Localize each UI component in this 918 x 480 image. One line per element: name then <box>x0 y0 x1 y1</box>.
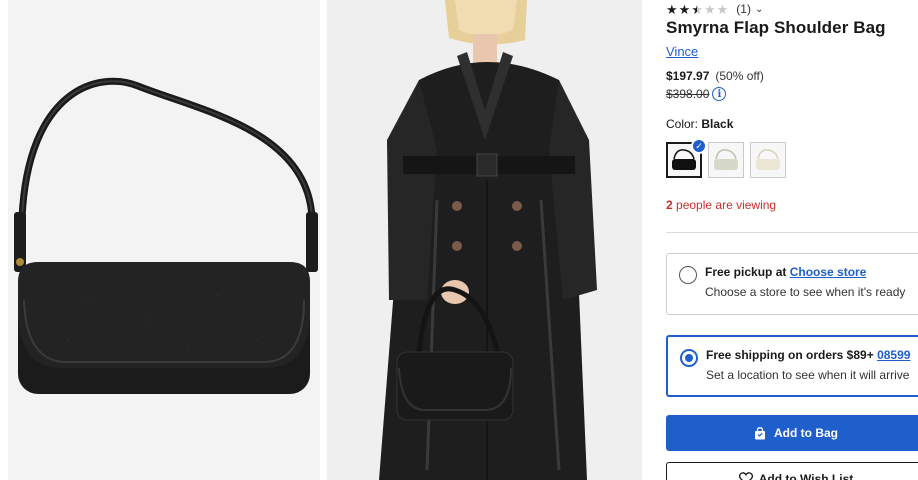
swatch-black[interactable]: ✓ <box>666 138 707 178</box>
star-icon: ★ <box>678 1 691 17</box>
heart-icon <box>738 472 753 480</box>
pickup-radio[interactable] <box>679 266 697 284</box>
sale-price: $197.97 <box>666 69 710 83</box>
add-to-bag-button[interactable]: Add to Bag <box>666 415 918 451</box>
swatch-sage[interactable] <box>708 142 744 178</box>
pickup-subtext: Choose a store to see when it's ready <box>705 285 906 299</box>
pickup-option[interactable]: Free pickup at Choose store Choose a sto… <box>666 253 918 315</box>
viewer-number: 2 <box>666 198 673 212</box>
selected-color: Black <box>701 117 734 131</box>
swatch-cream[interactable] <box>750 142 786 178</box>
product-title: Smyrna Flap Shoulder Bag <box>666 18 886 37</box>
shipping-title: Free shipping on orders $89+ 08599 <box>706 348 910 362</box>
add-to-wishlist-label: Add to Wish List <box>758 472 854 480</box>
swatch-sage-bag-image <box>714 149 738 170</box>
shipping-option[interactable]: Free shipping on orders $89+ 08599 Set a… <box>666 335 918 397</box>
choose-store-link[interactable]: Choose store <box>790 265 867 279</box>
pickup-title: Free pickup at Choose store <box>705 265 866 279</box>
star-rating: ★ ★ ★ ★ ★ <box>666 3 728 16</box>
brand-link[interactable]: Vince <box>666 44 698 59</box>
rating-row[interactable]: ★ ★ ★ ★ ★ (1) ⌄ <box>666 2 763 16</box>
viewing-text: people are viewing <box>676 198 777 212</box>
check-icon: ✓ <box>691 138 707 154</box>
chevron-down-icon[interactable]: ⌄ <box>755 4 763 15</box>
shipping-radio[interactable] <box>680 349 698 367</box>
star-half-icon: ★ <box>691 1 703 17</box>
color-label: Color: <box>666 117 699 131</box>
discount-label: (50% off) <box>715 69 764 83</box>
info-icon[interactable]: i <box>712 87 727 101</box>
product-image-model[interactable] <box>327 0 642 480</box>
star-icon: ★ <box>716 1 729 17</box>
color-selector-label: Color: Black <box>666 117 733 131</box>
review-count[interactable]: (1) <box>736 2 751 16</box>
pickup-label: Free pickup at <box>705 265 787 279</box>
original-price-row: $398.00 i <box>666 87 727 101</box>
star-icon: ★ <box>666 1 678 17</box>
divider <box>666 232 918 233</box>
color-swatches: ✓ <box>666 138 786 178</box>
add-to-bag-label: Add to Bag <box>774 426 838 440</box>
swatch-cream-bag-image <box>756 149 780 170</box>
product-info-panel: ★ ★ ★ ★ ★ (1) ⌄ Smyrna Flap Shoulder Bag… <box>666 0 918 480</box>
shopping-bag-icon <box>755 426 765 439</box>
price-row: $197.97 (50% off) <box>666 69 764 83</box>
add-to-wishlist-button[interactable]: Add to Wish List <box>666 462 918 480</box>
star-icon: ★ <box>703 1 716 17</box>
shipping-label: Free shipping on orders $89+ <box>706 348 874 362</box>
viewing-count: 2 people are viewing <box>666 198 776 212</box>
shipping-subtext: Set a location to see when it will arriv… <box>706 368 910 382</box>
product-image-main[interactable] <box>8 0 320 480</box>
zip-code-link[interactable]: 08599 <box>877 348 910 362</box>
original-price: $398.00 <box>666 87 710 101</box>
